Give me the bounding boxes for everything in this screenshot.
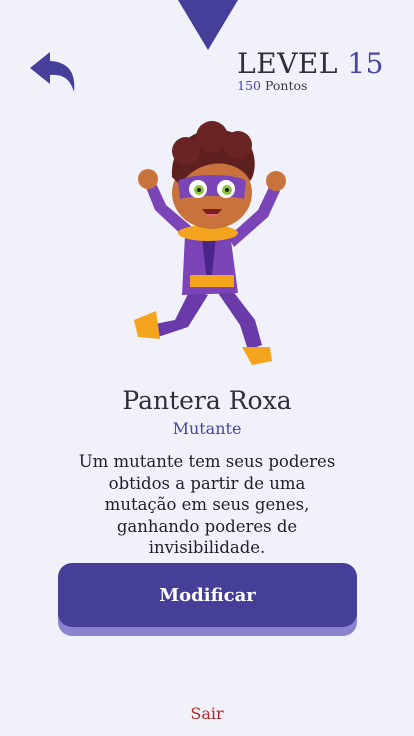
exit-link[interactable]: Sair [0, 704, 414, 723]
level-panel: LEVEL 15 150 Pontos [237, 48, 384, 94]
back-button[interactable] [28, 48, 80, 96]
points-value: 150 [237, 78, 262, 93]
points-display: 150 Pontos [237, 78, 384, 93]
top-tab-indicator[interactable] [178, 0, 238, 50]
hero-name: Pantera Roxa [122, 386, 292, 415]
undo-arrow-icon [30, 52, 75, 92]
hero-type: Mutante [172, 419, 242, 438]
modify-button[interactable]: Modificar [58, 563, 357, 627]
superhero-figure [134, 121, 286, 365]
hero-illustration [120, 115, 305, 375]
modify-button-label: Modificar [159, 584, 256, 606]
points-label: Pontos [265, 78, 308, 93]
level-display: LEVEL 15 [237, 48, 384, 80]
hero-description: Um mutante tem seus poderes obtidos a pa… [78, 452, 336, 557]
level-label: LEVEL [237, 47, 338, 80]
level-number: 15 [347, 47, 384, 80]
